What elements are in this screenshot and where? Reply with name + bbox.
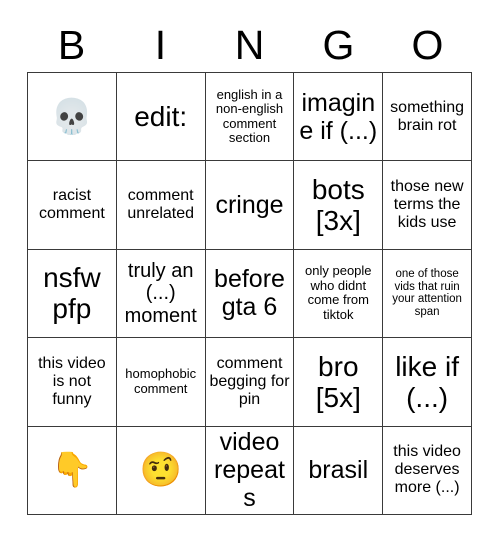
raised-eyebrow-emoji: 🤨	[139, 451, 182, 490]
bingo-cell-label: cringe	[215, 191, 284, 220]
pointing-down-emoji: 👇	[50, 451, 94, 490]
bingo-cell-label: comment unrelated	[127, 187, 195, 223]
bingo-cell[interactable]: only people who didnt come from tiktok	[294, 249, 384, 339]
bingo-cell[interactable]: imagine if (...)	[294, 73, 384, 162]
skull-emoji: 💀	[50, 97, 94, 136]
bingo-header: B I N G O	[27, 18, 472, 72]
bingo-cell[interactable]: nsfw pfp	[28, 249, 117, 339]
bingo-cell[interactable]: truly an (...) moment	[116, 249, 206, 339]
bingo-cell-label: nsfw pfp	[43, 262, 101, 325]
bingo-grid: 💀 edit: english in a non-english comment s…	[27, 72, 472, 515]
header-letter-i: I	[154, 21, 167, 68]
bingo-cell[interactable]: 💀	[28, 73, 117, 162]
bingo-cell-label: like if (...)	[395, 350, 459, 413]
bingo-cell[interactable]: bots [3x]	[294, 161, 384, 250]
header-letter-g: G	[322, 21, 355, 68]
bingo-cell-label: only people who didnt come from tiktok	[305, 263, 372, 323]
bingo-cell-label: comment begging for pin	[209, 355, 290, 408]
bingo-cell[interactable]: bro [5x]	[294, 338, 384, 427]
bingo-cell[interactable]: video repeats	[205, 426, 295, 515]
bingo-cell[interactable]: cringe	[205, 161, 295, 250]
bingo-card: B I N G O 💀 edit: english in a non-english…	[0, 0, 500, 544]
bingo-cell[interactable]: this video is not funny	[28, 338, 117, 427]
bingo-cell-label: imagine if (...)	[299, 88, 378, 145]
bingo-cell-label: this video deserves more (...)	[393, 443, 461, 497]
bingo-cell-label: this video is not funny	[38, 355, 106, 408]
header-letter-n: N	[234, 21, 265, 68]
bingo-cell[interactable]: racist comment	[28, 161, 117, 250]
bingo-cell-label: before gta 6	[214, 265, 285, 322]
bingo-cell[interactable]: those new terms the kids use	[383, 161, 472, 250]
bingo-cell[interactable]: edit:	[116, 73, 206, 162]
bingo-cell[interactable]: one of those vids that ruin your attenti…	[383, 249, 472, 339]
bingo-cell[interactable]: comment begging for pin	[205, 338, 295, 427]
header-letter-b: B	[57, 21, 86, 68]
bingo-cell[interactable]: homophobic comment	[116, 338, 206, 427]
bingo-cell[interactable]: brasil	[294, 426, 384, 515]
bingo-cell-label: english in a non-english comment section	[215, 86, 284, 146]
bingo-cell-label: edit:	[134, 101, 188, 133]
bingo-cell-label: racist comment	[39, 187, 105, 223]
bingo-cell-label: something brain rot	[390, 98, 464, 134]
bingo-cell[interactable]: 🤨	[116, 426, 206, 515]
bingo-cell-label: video repeats	[214, 428, 285, 513]
bingo-cell[interactable]: before gta 6	[205, 249, 295, 339]
bingo-cell[interactable]: this video deserves more (...)	[383, 426, 472, 515]
bingo-cell-label: one of those vids that ruin your attenti…	[392, 267, 462, 319]
bingo-cell[interactable]: like if (...)	[383, 338, 472, 427]
bingo-cell-label: bro [5x]	[315, 350, 361, 413]
header-letter-o: O	[411, 21, 444, 68]
bingo-cell-label: homophobic comment	[125, 366, 197, 396]
bingo-cell[interactable]: comment unrelated	[116, 161, 206, 250]
bingo-cell-label: truly an (...) moment	[124, 259, 197, 327]
bingo-cell[interactable]: english in a non-english comment section	[205, 73, 295, 162]
bingo-cell-label: bots [3x]	[311, 173, 365, 237]
bingo-cell[interactable]: 👇	[28, 426, 117, 515]
bingo-cell[interactable]: something brain rot	[383, 73, 472, 162]
bingo-cell-label: brasil	[308, 456, 369, 485]
bingo-cell-label: those new terms the kids use	[390, 178, 464, 232]
